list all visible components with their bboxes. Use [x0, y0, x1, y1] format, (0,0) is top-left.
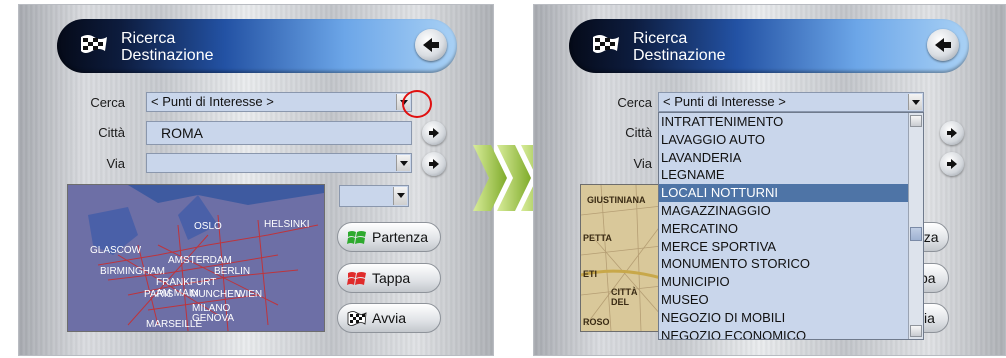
right-arrow-icon [429, 128, 439, 138]
list-item[interactable]: INTRATTENIMENTO [659, 113, 923, 131]
back-arrow-icon [935, 38, 951, 52]
cerca-dropdown[interactable]: < Punti di Interesse > [146, 92, 412, 112]
list-item[interactable]: MERCATINO [659, 220, 923, 238]
title-line-1: Ricerca [633, 30, 688, 47]
via-dropdown[interactable] [146, 153, 412, 173]
partenza-label: Partenza [372, 229, 429, 245]
right-screen: Ricerca Destinazione Cerca < Punti di In… [533, 4, 1006, 356]
map-label: GLASCOW [90, 245, 142, 256]
map-label: MUNCHEN [190, 289, 242, 300]
zoom-dropdown[interactable] [339, 185, 409, 207]
title-line-2: Destinazione [121, 47, 214, 64]
right-arrow-icon [947, 159, 957, 169]
list-item[interactable]: NEGOZIO ECONOMICO [659, 327, 923, 339]
windows-flag-icon [347, 231, 366, 244]
map-label: PETTA [583, 233, 612, 243]
header-bar: Ricerca Destinazione [57, 19, 457, 73]
tappa-label: Tappa [372, 270, 411, 286]
cerca-dropdown-button[interactable] [908, 94, 922, 110]
list-item[interactable]: LAVAGGIO AUTO [659, 131, 923, 149]
page-title: Ricerca Destinazione [121, 30, 214, 64]
map-label: MARSEILLE [146, 319, 203, 330]
map-label: HELSINKI [264, 219, 310, 230]
highlight-circle [402, 90, 432, 118]
checkered-flag-icon [347, 311, 367, 326]
map-label: OSLO [194, 221, 222, 232]
scroll-down-button[interactable] [910, 325, 922, 337]
avvia-label: ia [924, 310, 935, 326]
poi-items: INTRATTENIMENTO LAVAGGIO AUTO LAVANDERIA LE… [659, 113, 923, 339]
map-label: BERLIN [214, 266, 251, 277]
citta-label: Città [625, 125, 652, 140]
map-label: AMSTERDAM [168, 255, 232, 266]
page-title: Ricerca Destinazione [633, 30, 726, 64]
title-line-2: Destinazione [633, 47, 726, 64]
back-button[interactable] [927, 29, 959, 61]
via-dropdown-button[interactable] [396, 155, 410, 171]
map-label: ETI [583, 269, 598, 279]
cerca-value: < Punti di Interesse > [663, 94, 786, 109]
cerca-label: Cerca [617, 95, 652, 110]
list-item[interactable]: MUSEO [659, 291, 923, 309]
avvia-button[interactable]: Avvia [337, 303, 441, 333]
list-item[interactable]: MUNICIPIO [659, 273, 923, 291]
title-line-1: Ricerca [121, 30, 176, 47]
list-scrollbar[interactable] [908, 113, 923, 339]
back-button[interactable] [415, 29, 447, 61]
via-label: Via [106, 156, 125, 171]
citta-go-button[interactable] [940, 121, 964, 145]
right-arrow-icon [429, 159, 439, 169]
avvia-label: Avvia [372, 310, 406, 326]
windows-flag-icon [347, 272, 366, 285]
list-item[interactable]: LAVANDERIA [659, 149, 923, 167]
cerca-label: Cerca [90, 95, 125, 110]
map-label: PARIS [144, 289, 174, 300]
checkered-flag-icon [593, 35, 619, 53]
left-screen: Ricerca Destinazione Cerca < Punti di In… [18, 4, 494, 356]
map-label: GIUSTINIANA [587, 195, 646, 205]
list-item[interactable]: MONUMENTO STORICO [659, 255, 923, 273]
map-label: ROSO [583, 317, 610, 327]
tappa-button[interactable]: Tappa [337, 263, 441, 293]
map-label: BIRMINGHAM [100, 266, 165, 277]
partenza-button[interactable]: Partenza [337, 222, 441, 252]
back-arrow-icon [423, 38, 439, 52]
cerca-dropdown[interactable]: < Punti di Interesse > [658, 92, 924, 112]
map-label: WIEN [236, 289, 263, 300]
list-item[interactable]: MERCE SPORTIVA [659, 238, 923, 256]
list-item[interactable]: LEGNAME [659, 166, 923, 184]
checkered-flag-icon [81, 35, 107, 53]
header-bar: Ricerca Destinazione [569, 19, 969, 73]
via-go-button[interactable] [422, 152, 446, 176]
right-arrow-icon [947, 128, 957, 138]
citta-field[interactable]: ROMA [146, 121, 412, 145]
via-label: Via [633, 156, 652, 171]
cerca-value: < Punti di Interesse > [151, 94, 274, 109]
zoom-dropdown-button[interactable] [393, 187, 407, 205]
list-item[interactable]: MAGAZZINAGGIO [659, 202, 923, 220]
map-label: CITTÀ DEL [611, 287, 638, 307]
poi-dropdown-list[interactable]: INTRATTENIMENTO LAVAGGIO AUTO LAVANDERIA LE… [658, 112, 924, 340]
scroll-thumb[interactable] [910, 227, 922, 241]
list-item[interactable]: NEGOZIO DI MOBILI [659, 309, 923, 327]
citta-go-button[interactable] [422, 121, 446, 145]
europe-map[interactable]: OSLO HELSINKI GLASCOW BIRMINGHAM AMSTERD… [67, 184, 325, 332]
list-item[interactable]: LOCALI NOTTURNI [659, 184, 923, 202]
citta-label: Città [98, 125, 125, 140]
via-go-button[interactable] [940, 152, 964, 176]
scroll-up-button[interactable] [910, 115, 922, 127]
